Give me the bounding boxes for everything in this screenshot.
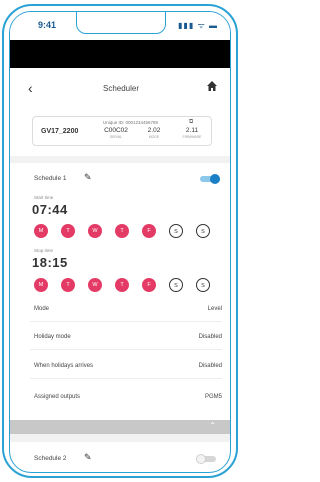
setting-mode[interactable]: Mode Level	[10, 296, 230, 322]
toggle-knob	[210, 174, 220, 184]
day-wednesday[interactable]: W	[88, 224, 102, 238]
day-sunday[interactable]: S	[196, 224, 210, 238]
day-monday[interactable]: M	[34, 278, 48, 292]
start-time-value[interactable]: 07:44	[32, 202, 68, 217]
day-thursday[interactable]: T	[115, 278, 129, 292]
device-card: GV17_2200 Unique ID: 0001234456789 ⧉ C00…	[32, 116, 212, 146]
setting-assigned-outputs[interactable]: Assigned outputs PGM5	[10, 384, 230, 410]
divider	[10, 434, 230, 442]
device-stat-firmware: 2.11 FIRMWARE	[177, 127, 207, 139]
status-icons: ▮▮▮ ᯤ ▬	[178, 21, 218, 30]
device-stat-mode: 2.02 MODE	[139, 127, 169, 139]
device-name: GV17_2200	[41, 128, 79, 135]
chevron-up-icon[interactable]: ⌃	[209, 421, 216, 430]
day-friday[interactable]: F	[142, 278, 156, 292]
setting-holiday-mode[interactable]: Holiday mode Disabled	[10, 324, 230, 350]
stop-time-value[interactable]: 18:15	[32, 255, 68, 270]
divider	[10, 156, 230, 163]
start-time-label: Start time	[34, 195, 54, 200]
day-saturday[interactable]: S	[169, 224, 183, 238]
schedule1-title: Schedule 1	[34, 175, 67, 182]
stat-value: 2.02	[147, 127, 161, 134]
edit-icon[interactable]: ✎	[84, 452, 92, 463]
device-stat-serial: C00C02 SERIAL	[101, 127, 131, 139]
stat-value: 2.11	[185, 127, 199, 134]
setting-key: When holidays arrives	[34, 363, 94, 369]
edit-icon[interactable]: ✎	[84, 172, 92, 183]
day-tuesday[interactable]: T	[61, 224, 75, 238]
schedule1-toggle[interactable]	[200, 174, 220, 184]
day-thursday[interactable]: T	[115, 224, 129, 238]
setting-value: PGM5	[204, 394, 222, 400]
phone-notch	[76, 12, 166, 34]
setting-value: Disabled	[198, 334, 222, 340]
stop-time-label: Stop time	[34, 248, 54, 253]
day-monday[interactable]: M	[34, 224, 48, 238]
start-days: M T W T F S S	[34, 224, 214, 238]
schedule2-title: Schedule 2	[34, 455, 67, 462]
day-saturday[interactable]: S	[169, 278, 183, 292]
page-title: Scheduler	[102, 84, 140, 93]
day-tuesday[interactable]: T	[61, 278, 75, 292]
day-friday[interactable]: F	[142, 224, 156, 238]
divider	[30, 349, 222, 350]
day-sunday[interactable]: S	[196, 278, 210, 292]
toggle-knob	[196, 454, 206, 464]
stat-label: SERIAL	[109, 135, 123, 139]
phone-screen: 9:41 ▮▮▮ ᯤ ▬ ‹ Scheduler GV17_2200 Uniqu…	[9, 11, 231, 473]
app-top-band	[10, 40, 230, 68]
stop-days: M T W T F S S	[34, 278, 214, 292]
status-time: 9:41	[38, 20, 57, 30]
divider	[30, 378, 222, 379]
schedule2-toggle[interactable]	[196, 454, 216, 464]
home-icon[interactable]	[206, 79, 218, 97]
setting-key: Mode	[34, 306, 50, 312]
stat-label: FIRMWARE	[182, 135, 202, 139]
copy-icon[interactable]: ⧉	[189, 119, 193, 126]
setting-value: Disabled	[198, 363, 222, 369]
stat-label: MODE	[148, 135, 160, 139]
divider	[30, 321, 222, 322]
header: ‹ Scheduler	[10, 68, 230, 108]
setting-when-holidays-arrives[interactable]: When holidays arrives Disabled	[10, 353, 230, 379]
collapse-bar[interactable]: ⌃	[10, 420, 230, 434]
setting-key: Holiday mode	[34, 334, 71, 340]
device-unique-id: Unique ID: 0001234456789	[103, 120, 159, 125]
setting-key: Assigned outputs	[34, 394, 81, 400]
setting-value: Level	[207, 306, 222, 312]
stat-value: C00C02	[104, 127, 128, 134]
day-wednesday[interactable]: W	[88, 278, 102, 292]
